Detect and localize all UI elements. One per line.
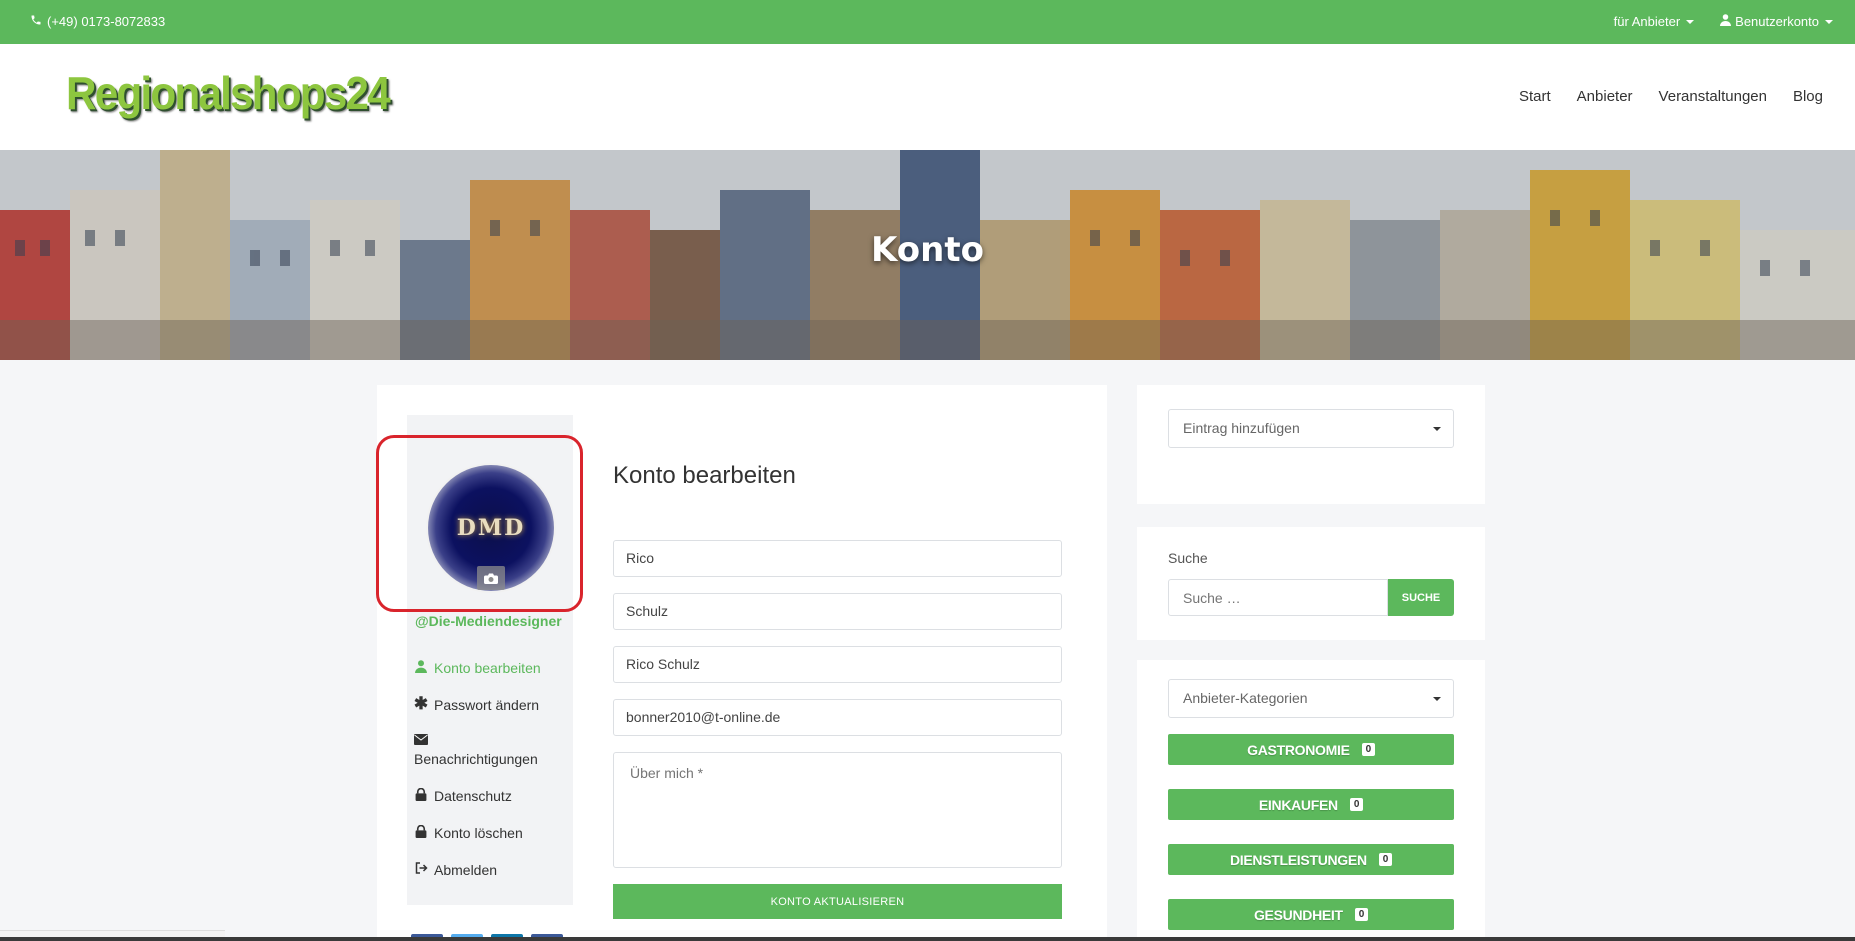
site-logo[interactable]: Regionalshops24 [66,66,391,120]
search-button[interactable]: SUCHE [1388,579,1454,616]
account-menu-list: Konto bearbeiten ✱ Passwort ändern Benac… [414,656,569,878]
nav-veranstaltungen[interactable]: Veranstaltungen [1659,88,1767,105]
category-einkaufen[interactable]: EINKAUFEN 0 [1168,789,1454,820]
nav-blog[interactable]: Blog [1793,88,1823,105]
first-name-field[interactable]: Rico [613,540,1062,577]
user-icon [414,660,428,673]
category-gesundheit[interactable]: GESUNDHEIT 0 [1168,899,1454,930]
category-count-badge: 0 [1361,743,1375,756]
nav-anbieter[interactable]: Anbieter [1577,88,1633,105]
main-nav: Start Anbieter Veranstaltungen Blog [1519,88,1823,105]
search-input[interactable] [1168,579,1388,616]
phone-number: (+49) 0173-8072833 [47,14,166,29]
phone-icon [30,14,42,29]
lock-icon [414,825,428,838]
last-name-field[interactable]: Schulz [613,593,1062,630]
update-account-button[interactable]: KONTO AKTUALISIEREN [613,884,1062,919]
envelope-icon [414,734,428,745]
sidebar-item-label: Konto bearbeiten [434,660,541,676]
category-dienstleistungen[interactable]: DIENSTLEISTUNGEN 0 [1168,844,1454,875]
phone-contact[interactable]: (+49) 0173-8072833 [30,14,165,29]
sidebar-item-change-password[interactable]: ✱ Passwort ändern [413,694,569,713]
sidebar-item-label: Benachrichtigungen [414,751,538,767]
sign-out-icon [414,862,428,874]
category-label: DIENSTLEISTUNGEN [1229,851,1367,868]
hero-banner: Konto [0,150,1855,360]
page-title: Konto [871,230,984,270]
bottom-edge [0,937,1855,941]
nav-start[interactable]: Start [1519,88,1551,105]
caret-down-icon [1433,697,1441,701]
camera-icon [484,569,498,588]
sidebar-item-privacy[interactable]: Datenschutz [414,788,569,804]
sidebar-item-notifications[interactable]: Benachrichtigungen [414,734,569,767]
sidebar-item-delete-account[interactable]: Konto löschen [414,825,569,841]
category-count-badge: 0 [1349,798,1364,811]
account-menu-label: Benutzerkonto [1735,14,1819,29]
sidebar-item-label: Abmelden [434,862,498,878]
sidebar-item-label: Datenschutz [434,788,512,804]
top-bar: (+49) 0173-8072833 für Anbieter Benutzer… [0,0,1855,44]
category-label: GESUNDHEIT [1253,906,1343,923]
form-title: Konto bearbeiten [613,462,796,489]
account-menu[interactable]: Benutzerkonto [1720,14,1833,29]
caret-down-icon [1433,427,1441,431]
category-gastronomie[interactable]: GASTRONOMIE 0 [1168,734,1454,765]
display-name-field[interactable]: Rico Schulz [613,646,1062,683]
provider-menu-label: für Anbieter [1613,14,1681,29]
add-entry-select[interactable]: Eintrag hinzufügen [1168,409,1454,448]
caret-down-icon [1825,19,1833,24]
provider-menu[interactable]: für Anbieter [1614,14,1695,29]
search-label: Suche [1168,550,1208,566]
sidebar-item-label: Konto löschen [434,825,523,841]
profile-username: @Die-Mediendesigner [415,613,562,629]
categories-select-label: Anbieter-Kategorien [1183,690,1308,706]
category-count-badge: 0 [1378,853,1393,866]
category-label: GASTRONOMIE [1247,741,1350,758]
about-me-textarea[interactable] [613,752,1062,868]
category-count-badge: 0 [1354,908,1369,921]
email-field[interactable]: bonner2010@t-online.de [613,699,1062,736]
sidebar-item-edit-account[interactable]: Konto bearbeiten [414,660,569,676]
add-entry-select-label: Eintrag hinzufügen [1183,420,1300,436]
asterisk-icon: ✱ [413,694,429,713]
site-header: Regionalshops24 Start Anbieter Veranstal… [0,44,1855,150]
caret-down-icon [1686,19,1695,24]
sidebar-item-label: Passwort ändern [434,697,540,713]
user-icon [1720,14,1732,29]
sidebar-item-logout[interactable]: Abmelden [414,862,569,878]
lock-icon [414,788,428,801]
avatar-logo-text: DMD [456,515,526,541]
change-avatar-button[interactable] [477,566,505,590]
categories-select[interactable]: Anbieter-Kategorien [1168,679,1454,718]
category-label: EINKAUFEN [1258,796,1338,813]
